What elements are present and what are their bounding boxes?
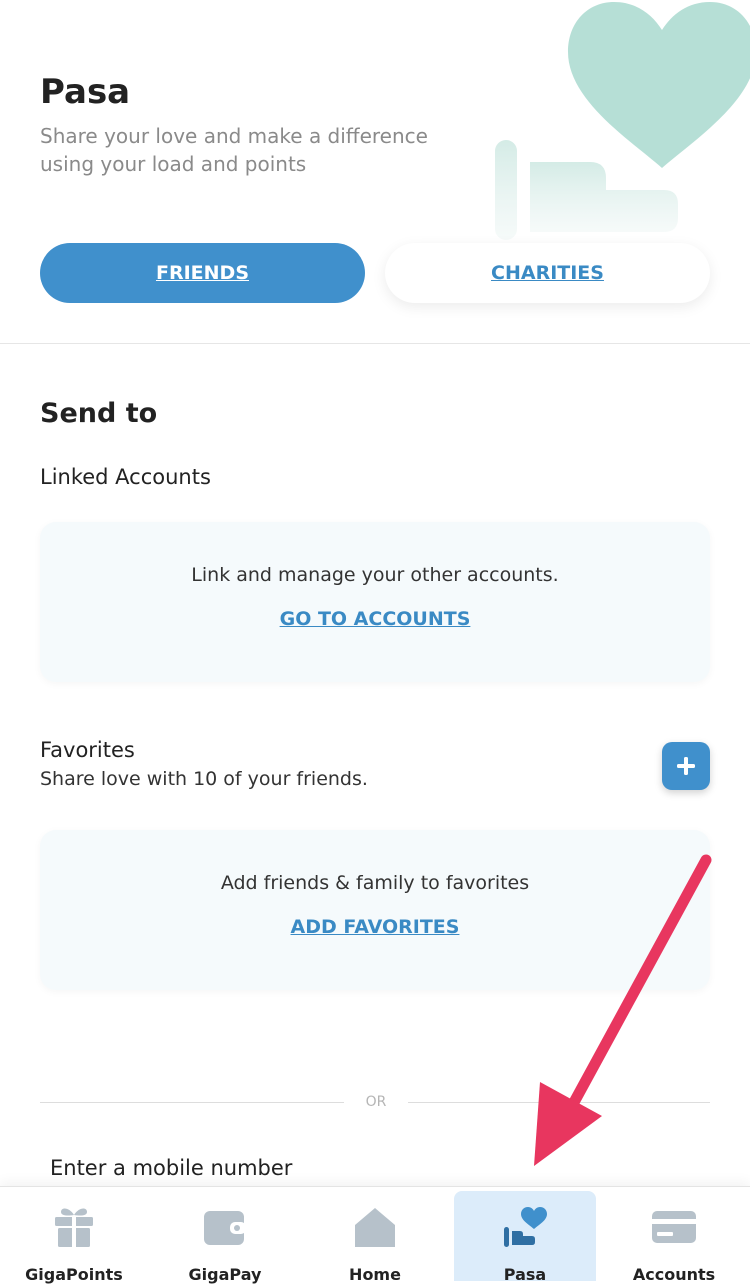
add-favorite-button[interactable] bbox=[662, 742, 710, 790]
nav-label-gigapay: GigaPay bbox=[188, 1265, 262, 1284]
card-icon bbox=[652, 1211, 696, 1243]
wallet-icon bbox=[204, 1211, 246, 1245]
nav-label-gigapoints: GigaPoints bbox=[25, 1265, 123, 1284]
favorites-card: Add friends & family to favorites ADD FA… bbox=[40, 830, 710, 990]
bottom-nav: GigaPoints GigaPay Home Pasa Accounts bbox=[0, 1186, 750, 1284]
or-divider-label: OR bbox=[365, 1094, 387, 1110]
add-favorites-link[interactable]: ADD FAVORITES bbox=[40, 916, 710, 938]
header: Pasa Share your love and make a differen… bbox=[0, 0, 750, 344]
nav-item-gigapoints[interactable]: GigaPoints bbox=[3, 1191, 145, 1284]
heart-hand-illustration bbox=[495, 2, 750, 240]
linked-accounts-message: Link and manage your other accounts. bbox=[191, 564, 559, 586]
linked-accounts-title: Linked Accounts bbox=[40, 465, 211, 489]
divider-right bbox=[408, 1102, 710, 1103]
favorites-title: Favorites bbox=[40, 738, 135, 762]
gift-icon bbox=[55, 1208, 93, 1247]
divider-left bbox=[40, 1102, 344, 1103]
page-subtitle: Share your love and make a difference us… bbox=[40, 124, 428, 176]
favorites-description: Share love with 10 of your friends. bbox=[40, 768, 368, 790]
favorites-message: Add friends & family to favorites bbox=[220, 872, 530, 894]
heart-hand-icon bbox=[504, 1207, 547, 1247]
linked-accounts-card: Link and manage your other accounts. GO … bbox=[40, 522, 710, 682]
nav-item-pasa[interactable]: Pasa bbox=[454, 1191, 596, 1284]
nav-label-home: Home bbox=[349, 1265, 401, 1284]
mobile-number-label: Enter a mobile number bbox=[50, 1156, 293, 1180]
nav-label-pasa: Pasa bbox=[503, 1265, 547, 1284]
tab-friends[interactable]: FRIENDS bbox=[40, 243, 365, 303]
go-to-accounts-link[interactable]: GO TO ACCOUNTS bbox=[40, 608, 710, 630]
nav-item-accounts[interactable]: Accounts bbox=[603, 1191, 745, 1284]
plus-icon bbox=[677, 757, 695, 775]
send-to-title: Send to bbox=[40, 398, 158, 429]
nav-item-home[interactable]: Home bbox=[304, 1191, 446, 1284]
page-title: Pasa bbox=[40, 72, 131, 112]
tab-charities[interactable]: CHARITIES bbox=[385, 243, 710, 303]
nav-item-gigapay[interactable]: GigaPay bbox=[154, 1191, 296, 1284]
nav-label-accounts: Accounts bbox=[632, 1265, 716, 1284]
home-icon bbox=[355, 1208, 395, 1247]
